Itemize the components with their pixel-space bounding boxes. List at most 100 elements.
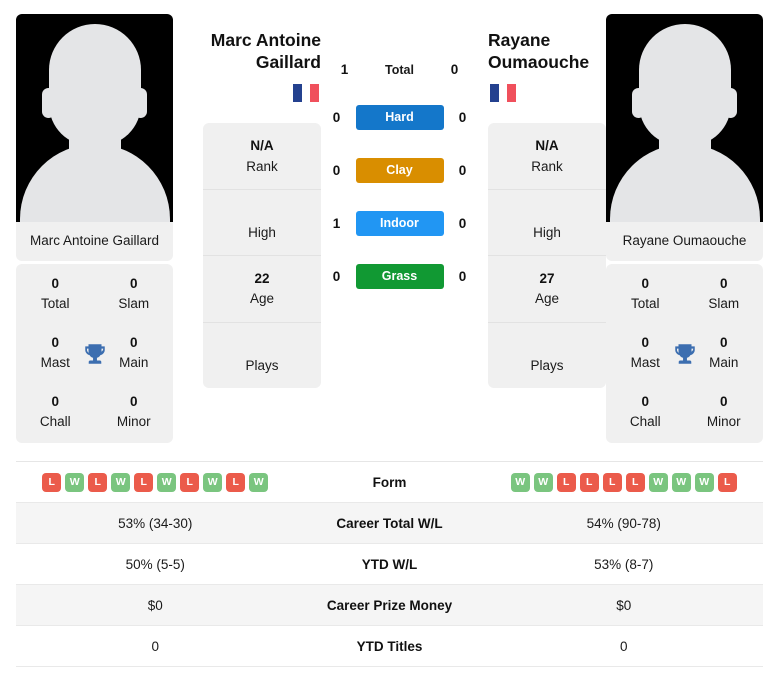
avatar-shoulders-shape bbox=[19, 144, 170, 222]
value bbox=[492, 203, 602, 223]
flag-france-icon bbox=[293, 84, 320, 103]
label: Plays bbox=[245, 357, 279, 373]
table-row-career-total-wl: 53% (34-30) Career Total W/L 54% (90-78) bbox=[16, 503, 763, 545]
value: 27 bbox=[539, 271, 555, 287]
right-form-strip: WWLLLLWWWL bbox=[510, 472, 737, 492]
surface-badge-hard[interactable]: Hard bbox=[355, 105, 444, 130]
value: 0 bbox=[129, 276, 138, 291]
h2h-row-hard: 0 Hard 0 bbox=[333, 105, 466, 130]
right-player-column: Rayane Oumaouche 0 Total 0 Slam 0 Mast 0… bbox=[606, 14, 764, 444]
right-info-rank: N/A Rank bbox=[488, 123, 606, 189]
right-ytd-wl: 53% (8-7) bbox=[594, 556, 654, 572]
right-player-avatar-card[interactable]: Rayane Oumaouche bbox=[606, 14, 763, 261]
left-info-rank: N/A Rank bbox=[203, 123, 321, 189]
right-career-total-wl: 54% (90-78) bbox=[586, 515, 661, 531]
form-badge-w[interactable]: W bbox=[510, 472, 530, 492]
flag-france-icon bbox=[490, 84, 517, 103]
form-badge-w[interactable]: W bbox=[249, 472, 269, 492]
flag-stripe-red bbox=[310, 84, 320, 103]
left-info-age: 22 Age bbox=[203, 255, 321, 322]
value: N/A bbox=[250, 138, 274, 154]
value: 0 bbox=[641, 276, 649, 291]
form-badge-l[interactable]: L bbox=[42, 472, 62, 492]
form-badge-l[interactable]: L bbox=[579, 472, 599, 492]
form-badge-l[interactable]: L bbox=[134, 472, 154, 492]
surface-badge-grass[interactable]: Grass bbox=[355, 264, 444, 289]
surface-badge-clay[interactable]: Clay bbox=[355, 158, 444, 183]
form-badge-w[interactable]: W bbox=[671, 472, 691, 492]
right-player-name-line2: Oumaouche bbox=[488, 51, 590, 72]
value bbox=[207, 336, 317, 356]
left-titles-minor: 0 Minor bbox=[95, 392, 174, 431]
value: 0 bbox=[719, 394, 728, 410]
form-badge-l[interactable]: L bbox=[625, 472, 645, 492]
avatar-ear-left-shape bbox=[632, 88, 645, 118]
h2h-grass-left-score: 0 bbox=[332, 269, 341, 284]
right-info-high: High bbox=[488, 188, 606, 255]
left-player-titles-card: 0 Total 0 Slam 0 Mast 0 Main 0 Chall 0 M… bbox=[16, 264, 174, 444]
right-ytd-titles: 0 bbox=[619, 638, 628, 654]
table-row-career-prize-money: $0 Career Prize Money $0 bbox=[16, 585, 763, 627]
form-badge-l[interactable]: L bbox=[556, 472, 576, 492]
label: Total bbox=[630, 295, 660, 311]
left-career-total-wl: 53% (34-30) bbox=[118, 515, 193, 531]
h2h-indoor-right-score: 0 bbox=[458, 216, 467, 231]
left-player-avatar-name: Marc Antoine Gaillard bbox=[29, 233, 160, 248]
right-titles-slam: 0 Slam bbox=[685, 274, 764, 313]
left-player-info-card: N/A Rank High 22 Age Plays bbox=[203, 123, 321, 388]
flag-stripe-blue bbox=[490, 84, 499, 103]
left-player-avatar-card[interactable]: Marc Antoine Gaillard bbox=[16, 14, 173, 261]
row-label-form: Form bbox=[372, 474, 407, 490]
left-titles-chall: 0 Chall bbox=[16, 392, 95, 431]
value: 0 bbox=[51, 394, 59, 410]
form-badge-w[interactable]: W bbox=[533, 472, 553, 492]
left-info-plays: Plays bbox=[203, 321, 321, 388]
form-badge-w[interactable]: W bbox=[65, 472, 85, 492]
head-to-head-column: 1 Total 0 0 Hard 0 0 Clay 0 1 Indoor 0 0 bbox=[321, 14, 478, 289]
value: 0 bbox=[719, 276, 728, 291]
h2h-grass-right-score: 0 bbox=[458, 269, 467, 284]
top-comparison-area: Marc Antoine Gaillard 0 Total 0 Slam 0 M… bbox=[0, 0, 779, 444]
left-titles-total: 0 Total bbox=[16, 274, 95, 313]
form-badge-l[interactable]: L bbox=[180, 472, 200, 492]
form-badge-l[interactable]: L bbox=[88, 472, 108, 492]
form-badge-w[interactable]: W bbox=[694, 472, 714, 492]
h2h-total-label: Total bbox=[385, 62, 414, 77]
player-comparison-page: Marc Antoine Gaillard 0 Total 0 Slam 0 M… bbox=[0, 0, 779, 699]
form-badge-l[interactable]: L bbox=[717, 472, 737, 492]
label: Plays bbox=[530, 357, 564, 373]
h2h-hard-left-score: 0 bbox=[332, 110, 341, 125]
comparison-table: LWLWLWLWLW Form WWLLLLWWWL 53% (34-30) C… bbox=[16, 461, 764, 668]
h2h-indoor-left-score: 1 bbox=[332, 216, 341, 231]
left-titles-slam: 0 Slam bbox=[95, 274, 174, 313]
form-badge-w[interactable]: W bbox=[111, 472, 131, 492]
right-form-cell: WWLLLLWWWL bbox=[485, 467, 764, 498]
right-titles-total: 0 Total bbox=[606, 274, 685, 313]
form-badge-w[interactable]: W bbox=[203, 472, 223, 492]
h2h-total-right-score: 0 bbox=[450, 62, 459, 77]
right-player-titles-card: 0 Total 0 Slam 0 Mast 0 Main 0 Chall 0 M… bbox=[606, 264, 764, 444]
surface-badge-indoor[interactable]: Indoor bbox=[355, 211, 444, 236]
form-badge-w[interactable]: W bbox=[157, 472, 177, 492]
h2h-row-grass: 0 Grass 0 bbox=[333, 264, 466, 289]
form-badge-l[interactable]: L bbox=[226, 472, 246, 492]
h2h-clay-left-score: 0 bbox=[332, 163, 341, 178]
label: Chall bbox=[629, 413, 661, 429]
label: Minor bbox=[706, 413, 741, 429]
right-career-prize-money: $0 bbox=[616, 597, 632, 613]
label: Age bbox=[249, 291, 275, 307]
label: Age bbox=[534, 291, 560, 307]
label: Slam bbox=[118, 295, 150, 311]
right-player-name: Rayane Oumaouche bbox=[488, 30, 606, 73]
value: 22 bbox=[254, 271, 270, 287]
right-player-info-column: Rayane Oumaouche N/A Rank High 27 Age Pl… bbox=[488, 14, 606, 388]
value bbox=[207, 203, 317, 223]
avatar-ear-left-shape bbox=[42, 88, 55, 118]
form-badge-l[interactable]: L bbox=[602, 472, 622, 492]
row-label-career-prize-money: Career Prize Money bbox=[326, 597, 453, 613]
right-info-age: 27 Age bbox=[488, 255, 606, 322]
flag-stripe-white bbox=[301, 84, 311, 103]
row-label-ytd-titles: YTD Titles bbox=[356, 638, 423, 654]
form-badge-w[interactable]: W bbox=[648, 472, 668, 492]
row-label-ytd-wl: YTD W/L bbox=[361, 556, 418, 572]
